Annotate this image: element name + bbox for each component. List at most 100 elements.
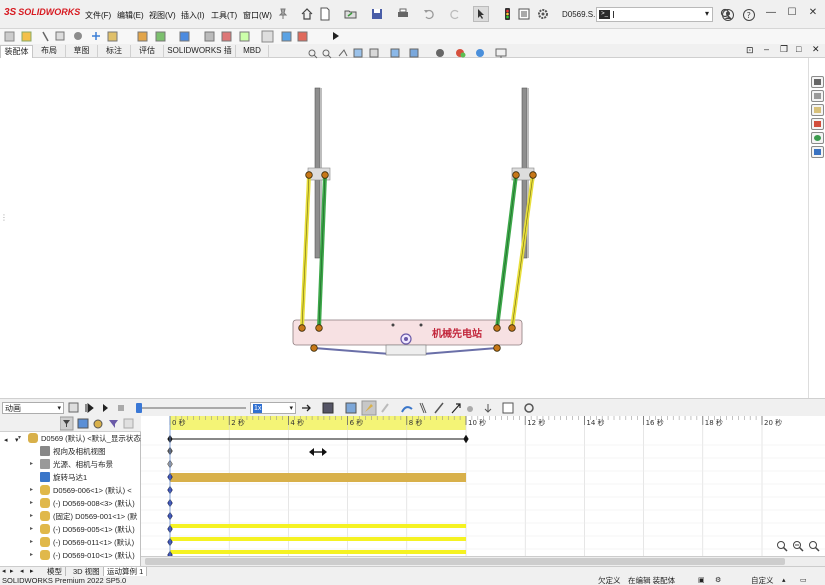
user-account-icon[interactable] (721, 8, 735, 22)
reference-geometry-icon[interactable] (155, 31, 166, 42)
zoom-to-fit-timeline-icon[interactable] (808, 540, 820, 552)
playback-slider-thumb[interactable] (136, 403, 142, 413)
tab-last-icon[interactable]: ▸ (30, 567, 34, 575)
component-preview-icon[interactable] (42, 31, 49, 42)
design-library-icon[interactable] (811, 90, 824, 102)
unit-dropdown-icon[interactable]: ▴ (782, 576, 786, 585)
appearance-icon[interactable] (456, 49, 466, 58)
menu-insert[interactable]: 插入(I) (181, 10, 205, 21)
tab-scroll-left-icon[interactable]: ◂ (2, 567, 6, 575)
doc-maximize-button[interactable]: □ (796, 44, 801, 54)
dynamic-annotation-icon[interactable] (369, 48, 379, 58)
expand-toolbar-icon[interactable] (333, 32, 339, 40)
tree-row[interactable]: ▸ (-) D0569-011<1> (默认) (0, 536, 141, 549)
close-button[interactable]: ✕ (806, 6, 820, 20)
rebuild-traffic-light-icon[interactable] (500, 7, 514, 21)
tree-expander-icon[interactable]: ▸ (30, 510, 33, 523)
play-from-start-icon[interactable] (85, 402, 94, 414)
tree-row[interactable]: 视向及相机视图 (0, 445, 141, 458)
smart-fasteners-icon[interactable] (74, 32, 82, 40)
new-motion-study-icon[interactable] (179, 31, 190, 42)
tree-row[interactable]: ▾ D0569 (默认) <默认_显示状态 (0, 432, 141, 445)
print-icon[interactable] (396, 7, 410, 21)
tree-row[interactable]: ▸ D0569-006<1> (默认) < (0, 484, 141, 497)
damper-icon[interactable] (434, 402, 444, 414)
open-folder-icon[interactable] (344, 7, 358, 21)
graphics-area[interactable]: ⋮ 机械先电站 (0, 48, 808, 398)
zoom-out-timeline-icon[interactable] (792, 540, 804, 552)
menu-view[interactable]: 视图(V) (149, 10, 176, 21)
filter-disabled-icon[interactable] (123, 418, 134, 429)
solidworks-logo[interactable]: 3S SOLIDWORKS (4, 7, 80, 18)
force-icon[interactable] (451, 403, 461, 414)
move-component-icon[interactable] (92, 32, 100, 40)
stop-icon[interactable] (118, 405, 124, 411)
unit-system[interactable]: 自定义 (751, 576, 774, 585)
view-orientation-icon[interactable] (390, 48, 400, 58)
assembly-features-icon[interactable] (137, 31, 148, 42)
part-change-bar[interactable] (170, 537, 466, 541)
show-hidden-icon[interactable] (107, 31, 118, 42)
bill-of-materials-icon[interactable] (204, 31, 215, 42)
take-snapshot-icon[interactable] (281, 31, 292, 42)
gravity-icon[interactable] (484, 404, 492, 413)
save-icon[interactable] (370, 7, 384, 21)
restore-down-icon[interactable]: ⊡ (746, 45, 754, 56)
playback-mode-icon[interactable] (302, 404, 311, 412)
search-dropdown-icon[interactable]: ▾ (705, 9, 709, 18)
view-palette-icon[interactable] (811, 118, 824, 130)
contact-icon[interactable] (467, 406, 473, 412)
tree-row[interactable]: ▸ (-) D0569-008<3> (默认) (0, 497, 141, 510)
file-properties-icon[interactable] (517, 7, 531, 21)
tab-layout[interactable]: 布局 (33, 45, 66, 58)
save-animation-icon[interactable] (322, 402, 334, 414)
filter-selected-icon[interactable] (93, 419, 103, 429)
motion-study-properties-icon[interactable] (524, 403, 534, 413)
autokey-icon[interactable] (361, 400, 377, 416)
tab-mbd[interactable]: MBD (236, 45, 269, 58)
timeline-area[interactable]: 0 秒 2 秒 4 秒 6 秒 8 秒 10 秒 12 秒 14 秒 16 秒 18 秒 20 秒 (141, 416, 825, 566)
appearances-icon[interactable] (811, 132, 824, 144)
new-document-icon[interactable] (318, 7, 332, 21)
part-change-bar[interactable] (170, 550, 466, 554)
redo-icon[interactable] (448, 7, 462, 21)
tree-expander-icon[interactable]: ▸ (30, 549, 33, 562)
scene-icon[interactable] (476, 49, 484, 57)
minimize-button[interactable]: — (764, 6, 778, 20)
tree-row[interactable]: ▸ (固定) D0569-001<1> (默 (0, 510, 141, 523)
add-key-icon[interactable] (381, 403, 389, 413)
animation-wizard-icon[interactable] (345, 402, 357, 414)
undo-icon[interactable] (422, 7, 436, 21)
tree-expander-icon[interactable]: ▾ (18, 432, 21, 445)
pin-icon[interactable] (276, 7, 290, 21)
maximize-button[interactable]: ☐ (785, 6, 799, 20)
instant3d-icon[interactable] (239, 31, 250, 42)
rebuild-indicator-icon[interactable]: ▣ (698, 576, 705, 585)
motor-icon[interactable] (401, 406, 413, 413)
mate-icon[interactable] (21, 31, 32, 42)
tab-solidworks-addins[interactable]: SOLIDWORKS 插件 (164, 45, 236, 67)
scrollbar-thumb[interactable] (145, 558, 785, 565)
linear-pattern-icon[interactable] (55, 31, 65, 41)
help-icon[interactable]: ? (742, 8, 756, 22)
insert-component-icon[interactable] (4, 31, 15, 42)
tab-assembly[interactable]: 装配体 (0, 45, 33, 58)
motor-change-bar[interactable] (170, 473, 466, 482)
status-chat-icon[interactable]: ▭ (800, 576, 807, 585)
tree-expander-icon[interactable]: ▸ (30, 458, 33, 471)
collaboration-icon[interactable]: ⚙ (715, 576, 721, 585)
exploded-view-icon[interactable] (221, 31, 232, 42)
tree-row[interactable]: ▸ 光源、相机与布景 (0, 458, 141, 471)
play-icon[interactable] (103, 404, 108, 412)
display-style-icon[interactable] (409, 48, 419, 58)
end-key[interactable] (463, 434, 469, 444)
monitor-icon[interactable] (495, 48, 507, 58)
update-speedpak-icon[interactable] (261, 30, 274, 43)
doc-minimize-button[interactable]: – (764, 44, 769, 54)
results-plots-icon[interactable] (502, 402, 514, 414)
filter-driving-icon[interactable] (77, 418, 89, 429)
select-tool-button[interactable] (473, 6, 489, 22)
menu-tools[interactable]: 工具(T) (211, 10, 237, 21)
tab-evaluate[interactable]: 评估 (131, 45, 164, 58)
previous-view-icon[interactable] (338, 49, 348, 57)
